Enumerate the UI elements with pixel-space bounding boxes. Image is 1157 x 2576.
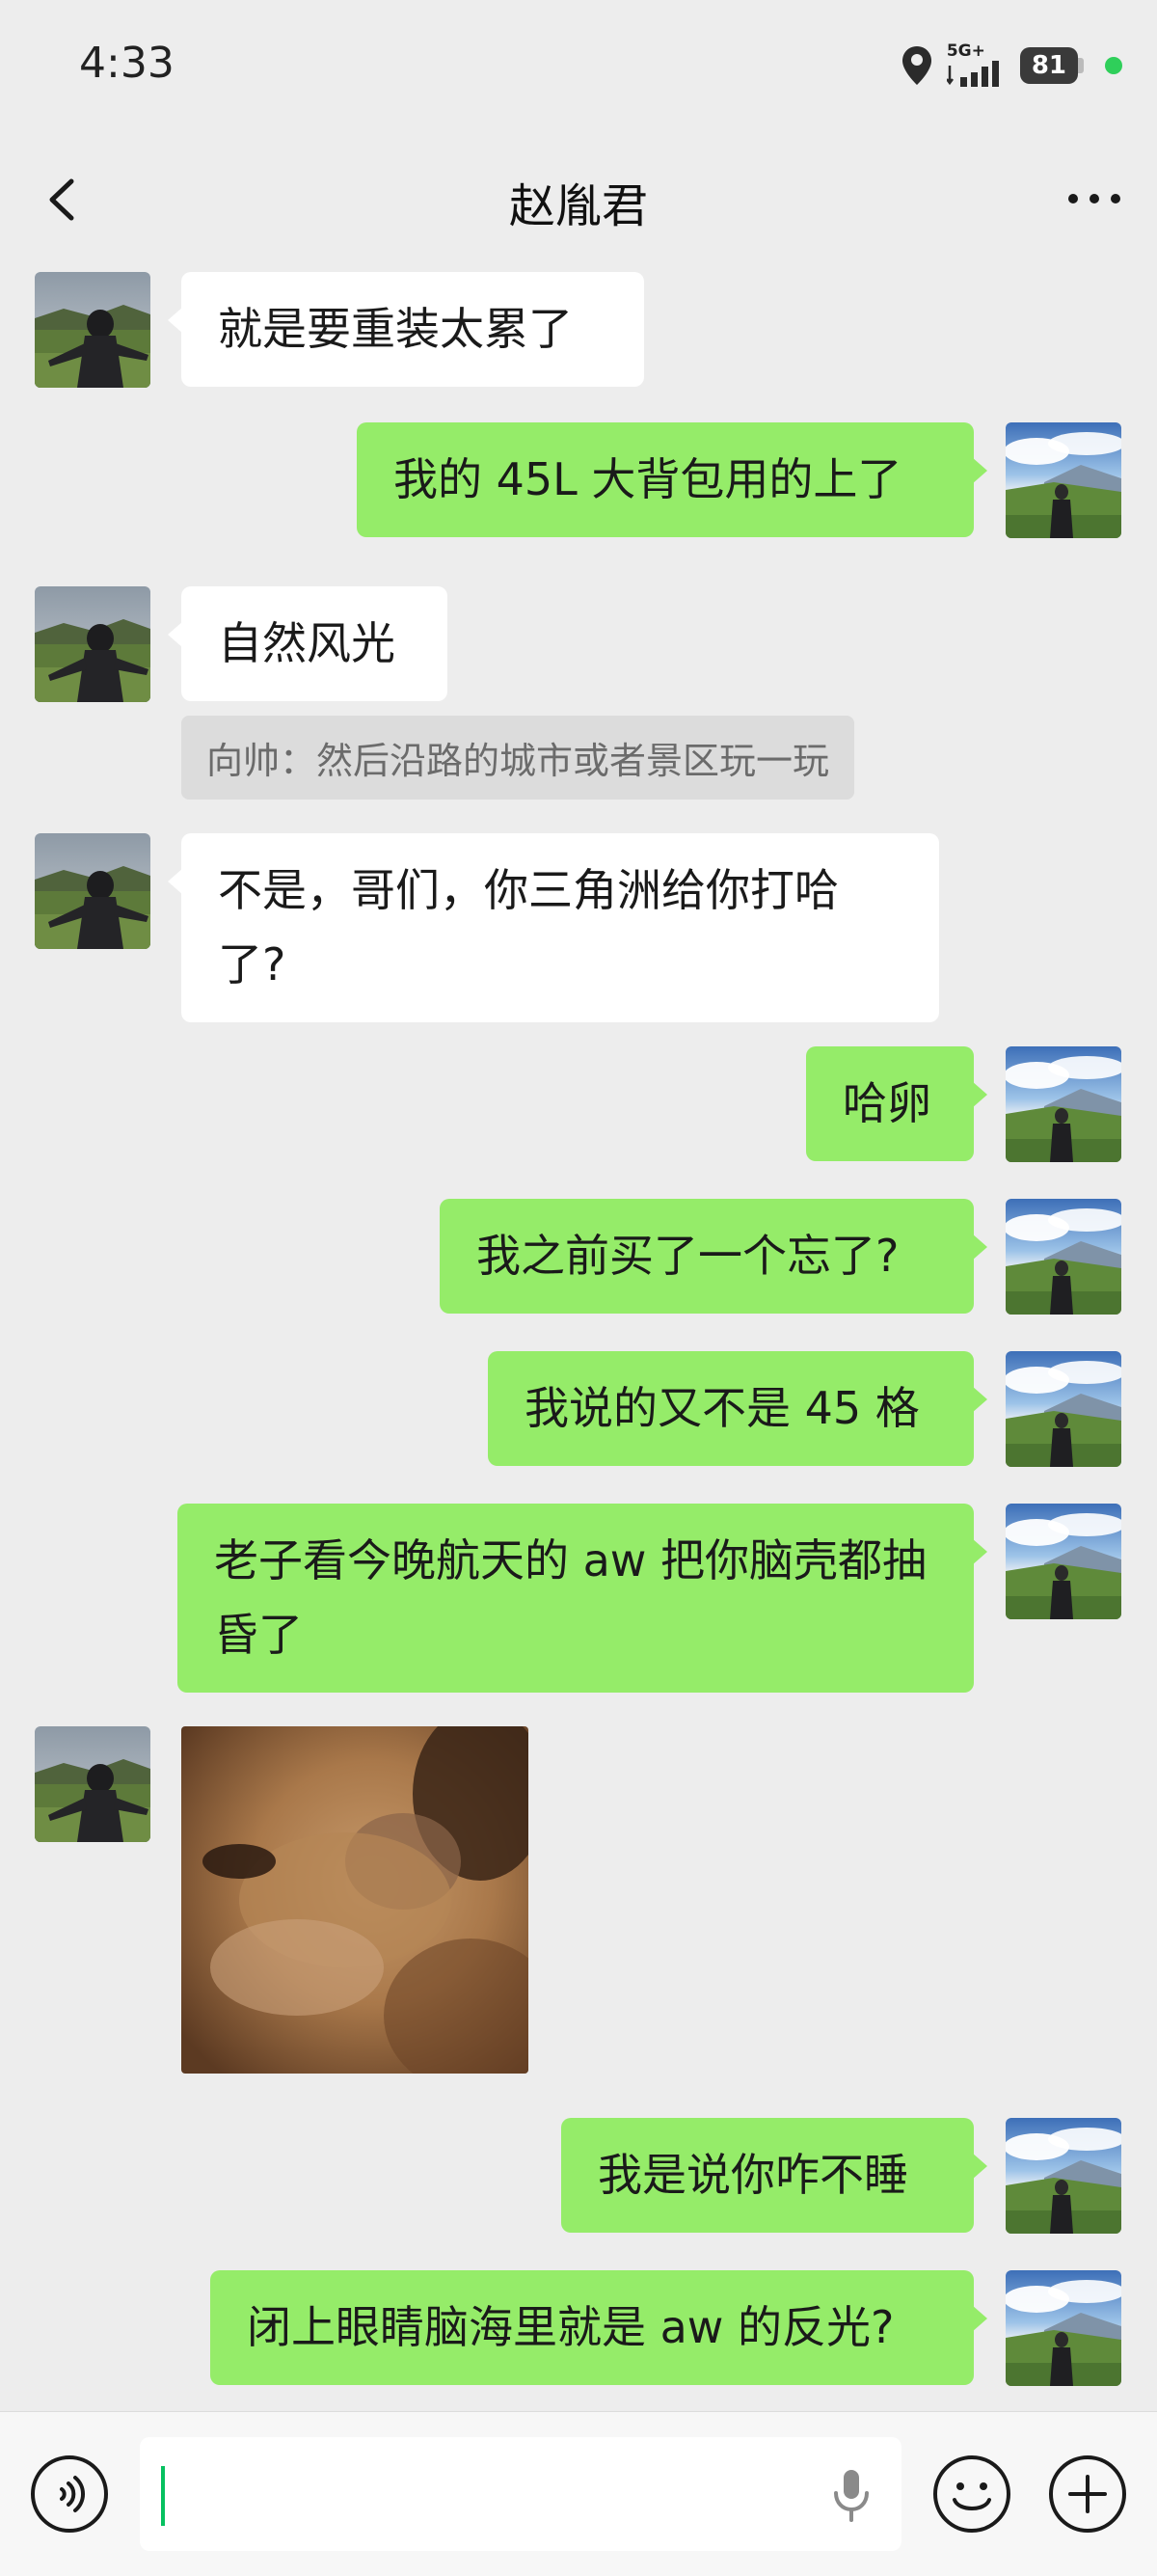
own-avatar[interactable] (1006, 2118, 1121, 2234)
own-avatar[interactable] (1006, 1046, 1121, 1162)
own-avatar[interactable] (1006, 1504, 1121, 1619)
message-list[interactable]: 就是要重装太累了 我的 45L 大背包用的上了 自然风光 向帅：然后沿路的城市或… (0, 260, 1157, 2411)
message-bubble[interactable]: 自然风光 (168, 586, 447, 701)
message-input[interactable] (140, 2437, 901, 2551)
own-avatar[interactable] (1006, 1351, 1121, 1467)
more-dots-icon[interactable] (1061, 172, 1128, 226)
text-caret (161, 2466, 165, 2526)
message-bubble[interactable]: 闭上眼睛脑海里就是 aw 的反光? (210, 2270, 987, 2385)
message-bubble[interactable]: 不是，哥们，你三角洲给你打哈了? (168, 833, 939, 1022)
message-bubble[interactable]: 我说的又不是 45 格 (488, 1351, 987, 1466)
battery-indicator: 81 (1019, 47, 1084, 84)
contact-avatar[interactable] (35, 833, 150, 949)
microphone-icon[interactable] (830, 2466, 873, 2524)
network-indicator: 5G+ (946, 41, 1007, 89)
battery-level: 81 (1019, 47, 1078, 84)
own-avatar[interactable] (1006, 1199, 1121, 1315)
network-label: 5G+ (946, 41, 985, 61)
own-avatar[interactable] (1006, 2270, 1121, 2386)
plus-icon[interactable] (1047, 2454, 1128, 2535)
contact-avatar[interactable] (35, 272, 150, 388)
message-bubble[interactable]: 就是要重装太累了 (168, 272, 644, 387)
location-icon (901, 46, 931, 85)
message-bubble[interactable]: 哈卵 (806, 1046, 987, 1161)
status-bar: 4:33 5G+ 81 (0, 0, 1157, 135)
cat-closeup-sticker[interactable] (181, 1726, 528, 2074)
own-avatar[interactable] (1006, 422, 1121, 538)
privacy-dot (1105, 57, 1122, 74)
message-bubble[interactable]: 老子看今晚航天的 aw 把你脑壳都抽昏了 (177, 1504, 987, 1693)
quoted-reply[interactable]: 向帅：然后沿路的城市或者景区玩一玩 (181, 716, 855, 800)
chat-header: 赵胤君 (0, 145, 1157, 256)
message-bubble[interactable]: 我之前买了一个忘了? (440, 1199, 987, 1314)
message-bubble[interactable]: 我是说你咋不睡 (561, 2118, 987, 2233)
emoji-icon[interactable] (931, 2454, 1012, 2535)
input-bar (0, 2411, 1157, 2576)
status-icons: 5G+ 81 (901, 39, 1122, 93)
chat-title: 赵胤君 (508, 179, 648, 233)
message-bubble[interactable]: 我的 45L 大背包用的上了 (357, 422, 987, 537)
signal-icon (946, 60, 999, 87)
battery-tip (1078, 58, 1084, 73)
status-time: 4:33 (79, 39, 175, 88)
contact-avatar[interactable] (35, 1726, 150, 1842)
contact-avatar[interactable] (35, 586, 150, 702)
voice-icon[interactable] (29, 2454, 110, 2535)
